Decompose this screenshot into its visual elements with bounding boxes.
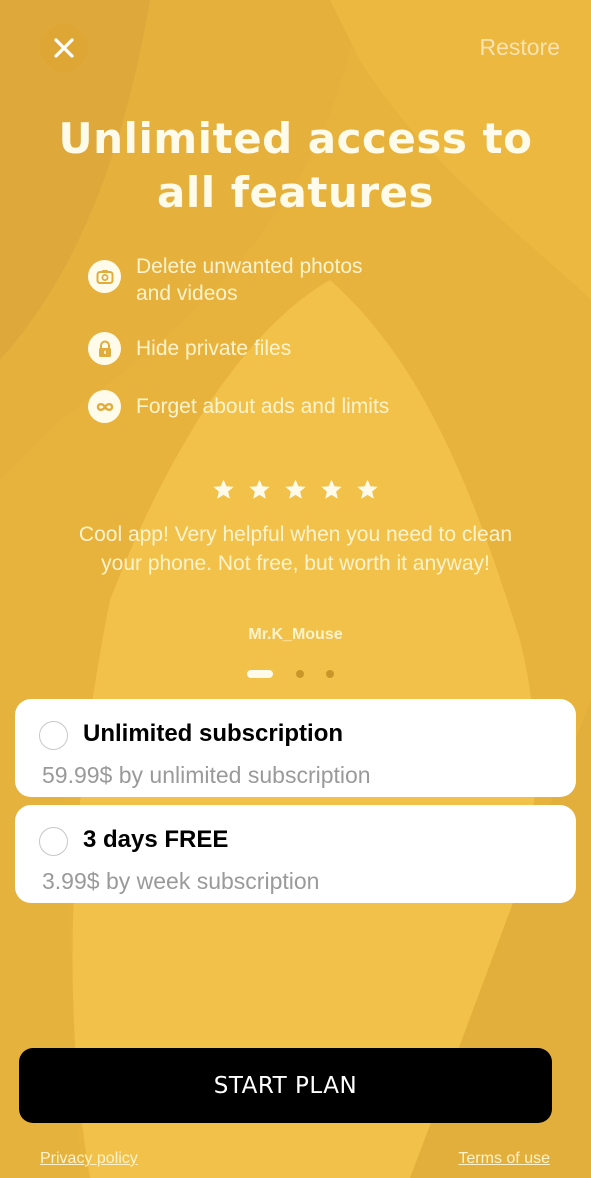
feature-item-delete: Delete unwanted photos and videos <box>88 253 389 307</box>
feature-label: Delete unwanted photos and videos <box>136 253 363 307</box>
lock-icon <box>88 332 121 365</box>
feature-item-hide: Hide private files <box>88 332 389 365</box>
star-icon <box>285 479 306 499</box>
plan-radio-button[interactable] <box>39 827 68 856</box>
page-title-line-1: Unlimited access to <box>58 114 533 163</box>
restore-button[interactable]: Restore <box>479 34 560 61</box>
plan-price: 59.99$ by unlimited subscription <box>42 762 371 788</box>
page-title-line-2: all features <box>156 168 435 217</box>
review-text: Cool app! Very helpful when you need to … <box>78 523 513 575</box>
carousel-dot-active[interactable] <box>246 670 273 678</box>
feature-list: Delete unwanted photos and videos Hide p… <box>88 253 389 423</box>
plan-name: 3 days FREE <box>83 826 229 853</box>
close-icon <box>54 38 74 58</box>
feature-label-line-2: and videos <box>136 282 238 305</box>
feature-label-line-1: Delete unwanted photos <box>136 255 363 278</box>
star-icon <box>249 479 270 499</box>
star-icon <box>321 479 342 499</box>
carousel-dot[interactable] <box>325 670 334 678</box>
privacy-policy-link[interactable]: Privacy policy <box>40 1150 138 1168</box>
star-icon <box>213 479 234 499</box>
close-button[interactable] <box>40 24 88 72</box>
infinity-icon <box>88 390 121 423</box>
terms-of-use-link[interactable]: Terms of use <box>458 1150 550 1168</box>
camera-icon <box>88 260 121 293</box>
feature-item-no-ads: Forget about ads and limits <box>88 390 389 423</box>
carousel-dot[interactable] <box>295 670 304 678</box>
plan-option-weekly[interactable]: 3 days FREE 3.99$ by week subscription <box>15 805 576 903</box>
plan-radio-button[interactable] <box>39 721 68 750</box>
feature-label: Forget about ads and limits <box>136 395 390 418</box>
feature-label: Hide private files <box>136 337 292 360</box>
plan-name: Unlimited subscription <box>83 720 344 747</box>
carousel-pagination <box>0 670 591 678</box>
star-icon <box>357 479 378 499</box>
start-plan-button[interactable]: START PLAN <box>19 1048 552 1123</box>
page-title: Unlimited access to all features <box>0 112 591 220</box>
rating-stars <box>0 478 591 501</box>
review-author: Mr.K_Mouse <box>248 626 343 643</box>
plan-price: 3.99$ by week subscription <box>42 868 320 894</box>
plan-option-unlimited[interactable]: Unlimited subscription 59.99$ by unlimit… <box>15 699 576 797</box>
